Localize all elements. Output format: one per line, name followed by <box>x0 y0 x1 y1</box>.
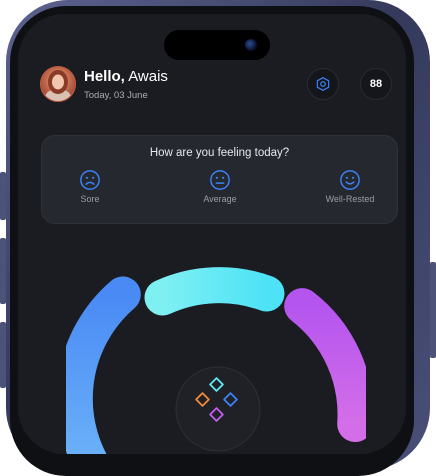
sad-face-icon <box>80 170 100 190</box>
mood-option-well-rested[interactable]: Well-Rested <box>310 169 390 204</box>
app-screen: Hello, Awais Today, 03 June 88 How are y… <box>18 14 406 454</box>
settings-button[interactable] <box>307 68 339 100</box>
side-button <box>0 238 6 304</box>
side-button <box>0 172 6 220</box>
greeting: Hello, Awais <box>84 68 168 85</box>
mood-label: Average <box>203 194 237 204</box>
avatar-image <box>45 70 71 101</box>
happy-face-icon <box>340 170 360 190</box>
ring-segment-cyan <box>144 267 285 316</box>
neutral-face-icon <box>210 170 230 190</box>
mood-label: Sore <box>80 194 100 204</box>
side-button <box>430 262 436 358</box>
mood-question: How are you feeling today? <box>149 147 290 159</box>
avatar[interactable] <box>40 66 76 102</box>
mood-option-sore[interactable]: Sore <box>50 169 130 204</box>
mood-option-average[interactable]: Average <box>180 169 260 204</box>
score-badge[interactable]: 88 <box>360 68 392 100</box>
mood-card: How are you feeling today? Sore Average <box>41 135 398 224</box>
hexagon-settings-icon <box>316 77 330 91</box>
user-name: Awais <box>128 68 168 85</box>
ring-segment-blue <box>66 276 141 454</box>
date-label: Today, 03 June <box>84 90 148 101</box>
camera-icon <box>245 39 257 51</box>
side-button <box>0 322 6 388</box>
greeting-hello: Hello, <box>84 68 125 85</box>
ring-segment-purple <box>284 288 366 442</box>
dynamic-island <box>164 30 270 60</box>
wellness-ring <box>66 267 366 454</box>
mood-label: Well-Rested <box>325 194 375 204</box>
